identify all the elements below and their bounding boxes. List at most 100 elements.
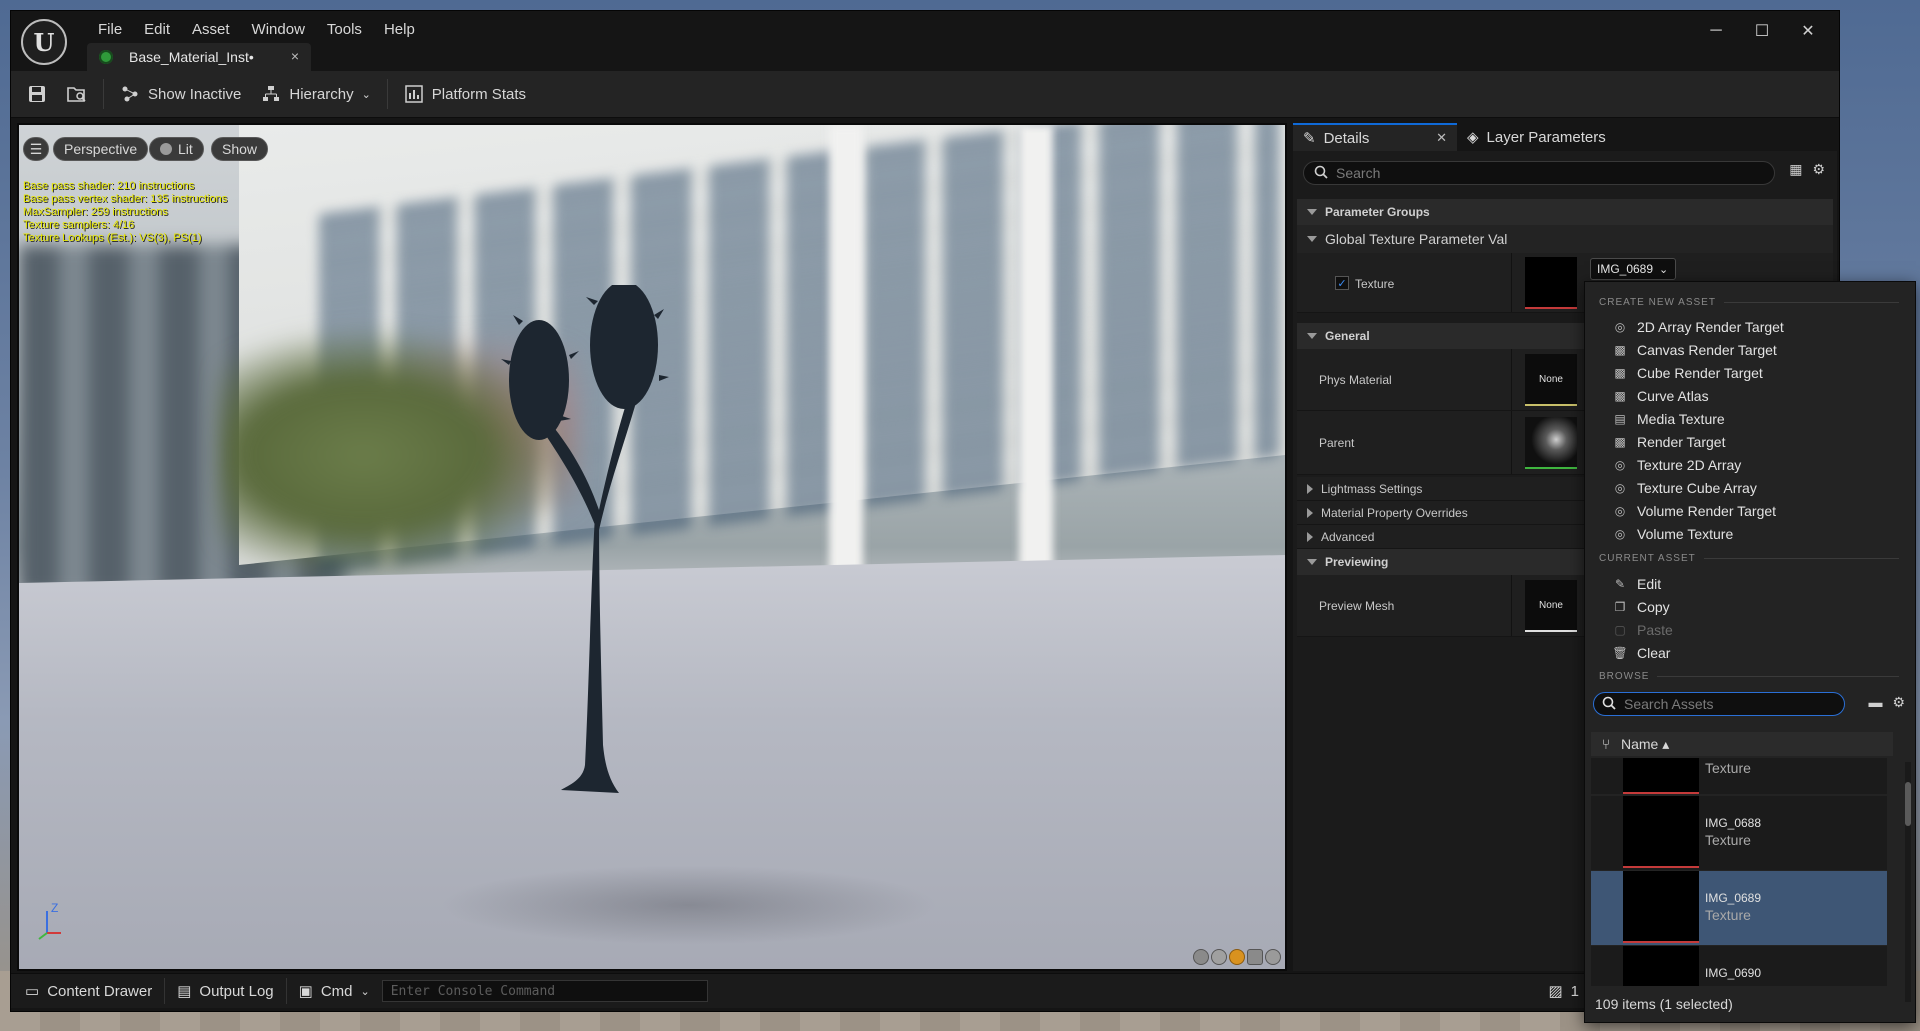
collapse-arrow-icon	[1307, 531, 1313, 542]
group-global-texture[interactable]: Global Texture Parameter Val	[1297, 225, 1833, 253]
axis-gizmo: Z	[35, 901, 75, 943]
copy-icon: ❐	[1614, 600, 1626, 614]
axis-z-label: Z	[51, 901, 59, 915]
browse-header: BROWSE	[1599, 671, 1899, 682]
content-drawer-button[interactable]: ▭ Content Drawer	[17, 977, 160, 1005]
category-parameter-groups[interactable]: Parameter Groups	[1297, 199, 1833, 225]
parent-thumbnail[interactable]	[1525, 417, 1577, 469]
stats-line: Texture samplers: 4/16	[23, 219, 135, 231]
create-2d-array-render-target[interactable]: ◎ 2D Array Render Target	[1613, 316, 1784, 338]
status-separator	[285, 978, 287, 1004]
platform-stats-button[interactable]: Platform Stats	[394, 77, 536, 111]
folder-icon[interactable]: ▬	[1868, 694, 1882, 711]
plane-preview-icon[interactable]	[1229, 949, 1245, 965]
terminal-icon: ▣	[298, 983, 313, 1000]
section-label: CURRENT ASSET	[1599, 553, 1696, 564]
asset-list-item[interactable]: IMG_0690	[1591, 946, 1887, 986]
title-bar: U File Edit Asset Window Tools Help Base…	[11, 11, 1839, 71]
preview-viewport[interactable]: ☰ Perspective Lit Show Base pass shader:…	[17, 123, 1287, 971]
menu-asset[interactable]: Asset	[181, 15, 241, 44]
render-target-icon: ◎	[1614, 458, 1626, 472]
create-texture-2d-array[interactable]: ◎ Texture 2D Array	[1613, 454, 1742, 476]
menu-tools[interactable]: Tools	[316, 15, 373, 44]
sphere-preview-icon[interactable]	[1211, 949, 1227, 965]
source-control-button[interactable]: ▨ 1	[1540, 977, 1587, 1005]
name-column-header[interactable]: Name ▴	[1621, 736, 1669, 753]
output-log-button[interactable]: ▤ Output Log	[169, 977, 281, 1005]
section-label: BROWSE	[1599, 671, 1650, 682]
texture-asset-combo[interactable]: IMG_0689 ⌄	[1590, 258, 1676, 280]
gear-icon[interactable]: ⚙	[1812, 161, 1825, 178]
hierarchy-dropdown[interactable]: Hierarchy ⌄	[251, 77, 380, 111]
create-volume-render-target[interactable]: ◎ Volume Render Target	[1613, 500, 1776, 522]
teapot-preview-icon[interactable]	[1265, 949, 1281, 965]
toolbar-separator	[103, 79, 104, 109]
lit-mode-button[interactable]: Lit	[149, 137, 204, 161]
section-label: CREATE NEW ASSET	[1599, 297, 1716, 308]
close-tab-icon[interactable]: ×	[291, 48, 299, 64]
close-window-button[interactable]: ✕	[1785, 17, 1831, 45]
create-cube-render-target[interactable]: ▩ Cube Render Target	[1613, 362, 1763, 384]
content-drawer-label: Content Drawer	[47, 982, 153, 1000]
texture-override-checkbox[interactable]: ✓	[1335, 276, 1349, 290]
console-input[interactable]: Enter Console Command	[381, 980, 708, 1002]
folder-search-icon	[67, 84, 87, 104]
phys-material-thumbnail[interactable]: None	[1525, 354, 1577, 406]
table-view-icon[interactable]: ▦	[1789, 161, 1802, 178]
viewport-options-button[interactable]: ☰	[23, 137, 49, 161]
chevron-down-icon: ⌄	[361, 88, 371, 101]
create-render-target[interactable]: ▩ Render Target	[1613, 431, 1725, 453]
maximize-button[interactable]: ☐	[1739, 17, 1785, 45]
cube-preview-icon[interactable]	[1247, 949, 1263, 965]
create-media-texture[interactable]: ▤ Media Texture	[1613, 408, 1724, 430]
cylinder-preview-icon[interactable]	[1193, 949, 1209, 965]
details-search-input[interactable]: Search	[1303, 161, 1775, 185]
edit-asset-item[interactable]: ✎ Edit	[1613, 573, 1661, 595]
collapse-arrow-icon	[1307, 507, 1313, 518]
asset-list-item[interactable]: IMG_0688 Texture	[1591, 796, 1887, 870]
perspective-button[interactable]: Perspective	[53, 137, 149, 161]
create-curve-atlas[interactable]: ▩ Curve Atlas	[1613, 385, 1708, 407]
menu-file[interactable]: File	[87, 15, 133, 44]
texture-thumbnail[interactable]	[1525, 257, 1577, 309]
texture-label: Texture	[1355, 277, 1395, 291]
scrollbar-thumb[interactable]	[1905, 782, 1911, 826]
clear-asset-item[interactable]: 🗑 Clear	[1612, 642, 1671, 664]
preview-mesh-thumbnail[interactable]: None	[1525, 580, 1577, 632]
texture-grid-icon: ▩	[1614, 366, 1626, 380]
asset-list-item-selected[interactable]: IMG_0689 Texture	[1591, 871, 1887, 945]
tab-layer-parameters[interactable]: ◈ Layer Parameters	[1457, 123, 1616, 151]
browse-to-asset-button[interactable]	[57, 77, 97, 111]
hierarchy-icon	[261, 84, 281, 104]
media-texture-icon: ▤	[1614, 412, 1626, 426]
paste-asset-item[interactable]: ▢ Paste	[1613, 619, 1672, 641]
close-tab-icon[interactable]: ✕	[1436, 130, 1447, 146]
gear-icon[interactable]: ⚙	[1892, 694, 1905, 711]
menu-edit[interactable]: Edit	[133, 15, 181, 44]
category-label: Previewing	[1325, 555, 1389, 569]
group-label: Global Texture Parameter Val	[1325, 231, 1508, 247]
save-button[interactable]	[17, 77, 57, 111]
cmd-dropdown[interactable]: ▣ Cmd ⌄	[291, 977, 378, 1005]
asset-list-scrollbar[interactable]	[1905, 762, 1911, 1002]
create-volume-texture[interactable]: ◎ Volume Texture	[1613, 523, 1734, 545]
asset-type: Texture	[1705, 760, 1751, 776]
asset-search-input[interactable]: Search Assets	[1593, 692, 1845, 716]
unreal-logo-icon[interactable]: U	[21, 19, 67, 65]
clear-label: Clear	[1637, 645, 1671, 661]
tab-layers-label: Layer Parameters	[1486, 128, 1606, 146]
show-button[interactable]: Show	[211, 137, 269, 161]
create-canvas-render-target[interactable]: ▩ Canvas Render Target	[1613, 339, 1777, 361]
chevron-down-icon: ⌄	[360, 985, 370, 998]
create-texture-cube-array[interactable]: ◎ Texture Cube Array	[1613, 477, 1757, 499]
menu-window[interactable]: Window	[241, 15, 316, 44]
branch-filter-icon[interactable]: ⑂	[1591, 736, 1621, 752]
copy-asset-item[interactable]: ❐ Copy	[1613, 596, 1670, 618]
tab-details[interactable]: ✎ Details ✕	[1293, 123, 1457, 151]
document-tab[interactable]: Base_Material_Inst• ×	[87, 43, 311, 71]
menu-help[interactable]: Help	[373, 15, 426, 44]
asset-list-item[interactable]: Texture	[1591, 758, 1887, 794]
show-inactive-button[interactable]: Show Inactive	[110, 77, 251, 111]
minimize-button[interactable]: ─	[1693, 17, 1739, 45]
status-bar: ▭ Content Drawer ▤ Output Log ▣ Cmd ⌄ En…	[11, 973, 1591, 1008]
